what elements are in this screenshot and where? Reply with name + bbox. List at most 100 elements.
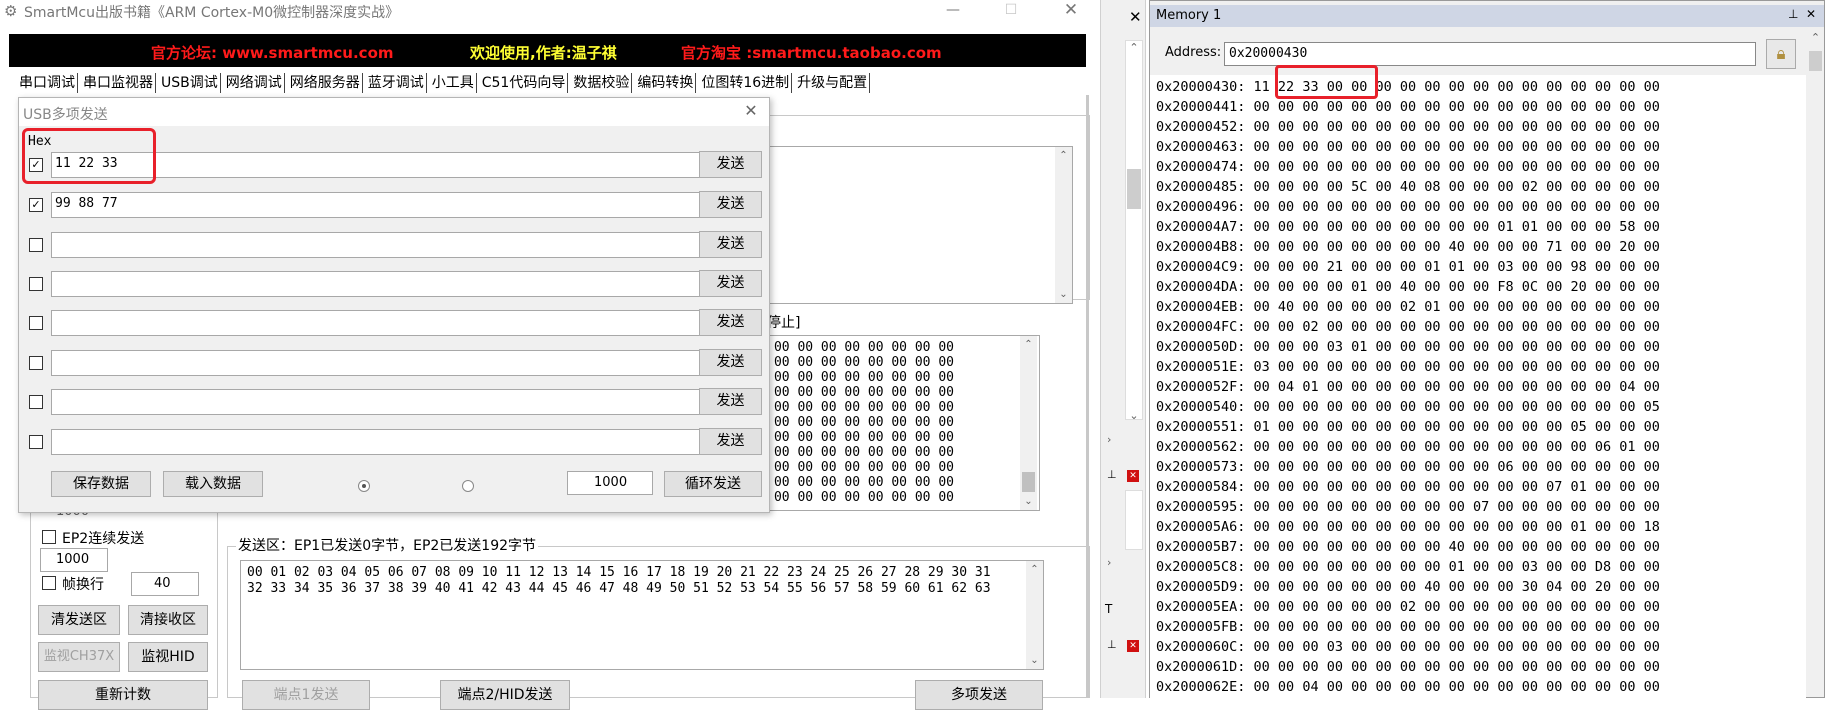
row-hex-input[interactable] [51, 350, 706, 376]
scroll-up-icon[interactable]: ⌃ [1807, 31, 1824, 44]
send-textarea[interactable]: 00 01 02 03 04 05 06 07 08 09 10 11 12 1… [240, 560, 1044, 670]
memory-bytes[interactable]: 00 00 00 00 00 00 00 00 00 00 00 00 00 0… [1254, 519, 1660, 535]
lock-icon[interactable]: 🔒︎ [1766, 39, 1796, 69]
row-send-button[interactable]: 发送 [699, 191, 762, 218]
address-input[interactable]: 0x20000430 [1224, 42, 1756, 66]
row-checkbox[interactable] [29, 395, 43, 409]
memory-bytes[interactable]: 00 00 00 00 00 00 00 00 00 00 00 00 00 0… [1254, 659, 1660, 675]
memory-bytes[interactable]: 00 04 01 00 00 00 00 00 00 00 00 00 00 0… [1254, 379, 1660, 395]
row-checkbox[interactable] [29, 238, 43, 252]
row-send-button[interactable]: 发送 [699, 388, 762, 415]
memory-bytes[interactable]: 00 00 00 00 00 00 00 00 00 00 00 00 00 0… [1254, 619, 1660, 635]
scroll-up-icon[interactable]: ⌃ [1026, 561, 1043, 578]
scroll-right-icon[interactable]: › [1107, 433, 1111, 446]
monitor-hid-button[interactable]: 监视HID [128, 642, 208, 672]
scroll-down-icon[interactable]: ⌄ [1055, 286, 1072, 303]
memory-bytes[interactable]: 00 00 00 00 00 00 00 40 00 00 00 30 04 0… [1254, 579, 1660, 595]
memory-close-icon[interactable]: ✕ [1806, 7, 1816, 21]
row-hex-input[interactable] [51, 271, 706, 297]
main-tab[interactable]: 网络调试 [224, 73, 285, 93]
row-send-button[interactable]: 发送 [699, 231, 762, 258]
strip-close-icon[interactable]: ✕ [1129, 8, 1142, 26]
row-hex-input[interactable] [51, 232, 706, 258]
memory-bytes[interactable]: 00 00 00 00 00 00 00 00 00 00 00 00 00 0… [1254, 439, 1660, 455]
memory-bytes[interactable]: 00 00 00 03 00 00 00 00 00 00 00 00 00 0… [1254, 639, 1660, 655]
main-tab[interactable]: 编码转换 [635, 73, 697, 93]
ep2-hid-send-button[interactable]: 端点2/HID发送 [440, 680, 570, 710]
monitor-ch37x-button[interactable]: 监视CH37X [38, 642, 120, 672]
memory-bytes[interactable]: 00 00 04 00 00 00 00 00 00 00 00 00 00 0… [1254, 679, 1660, 695]
strip-scrollbar-1[interactable]: ⌃ ⌄ [1125, 40, 1143, 422]
mode-radio-1[interactable] [358, 480, 370, 492]
memory-bytes[interactable]: 00 00 00 00 01 00 40 00 00 00 F8 0C 00 2… [1254, 279, 1660, 295]
row-send-button[interactable]: 发送 [699, 428, 762, 455]
main-tab[interactable]: 升级与配置 [795, 73, 871, 93]
info-textarea[interactable]: ⌃ ⌄ [767, 146, 1073, 304]
memory-bytes[interactable]: 00 00 00 00 00 00 00 00 00 00 00 00 00 0… [1254, 159, 1660, 175]
memory-pin-icon[interactable]: ⊥ [1788, 7, 1798, 21]
memory-bytes[interactable]: 00 00 00 00 00 00 00 00 00 00 00 00 00 0… [1254, 199, 1660, 215]
scroll-down-icon[interactable]: ⌄ [1020, 493, 1037, 510]
scroll-down-icon[interactable]: ⌄ [1026, 652, 1043, 669]
memory-bytes[interactable]: 00 00 00 00 00 00 00 00 40 00 00 00 71 0… [1254, 239, 1660, 255]
main-tab[interactable]: USB调试 [159, 73, 221, 93]
scroll-down-icon[interactable]: ⌄ [1126, 409, 1142, 422]
pin-icon[interactable]: ⊥ [1107, 638, 1117, 651]
loop-send-button[interactable]: 循环发送 [664, 471, 762, 497]
multi-send-button[interactable]: 多项发送 [915, 680, 1043, 710]
memory-bytes[interactable]: 00 00 00 00 00 00 00 00 00 00 01 01 00 0… [1254, 219, 1660, 235]
memory-scrollbar[interactable]: ⌃ [1807, 31, 1824, 697]
memory-bytes[interactable]: 00 00 00 00 5C 00 40 08 00 00 00 02 00 0… [1254, 179, 1660, 195]
frame-newline-checkbox[interactable] [42, 576, 56, 590]
scroll-thumb[interactable] [1127, 169, 1141, 209]
main-tab[interactable]: 蓝牙调试 [366, 73, 427, 93]
scroll-up-icon[interactable]: ⌃ [1126, 41, 1142, 54]
row-hex-input[interactable] [51, 310, 706, 336]
main-tab[interactable]: 串口监视器 [81, 73, 156, 93]
memory-bytes[interactable]: 01 00 00 00 00 00 00 00 00 00 00 00 00 0… [1254, 419, 1660, 435]
main-tab[interactable]: C51代码向导 [480, 73, 569, 93]
memory-bytes[interactable]: 00 00 00 00 00 00 00 00 00 07 00 00 00 0… [1254, 499, 1660, 515]
row-send-button[interactable]: 发送 [699, 309, 762, 336]
row-hex-input[interactable] [51, 389, 706, 415]
ep2-continuous-checkbox[interactable] [42, 530, 56, 544]
memory-bytes[interactable]: 00 00 00 00 00 00 02 00 00 00 00 00 00 0… [1254, 599, 1660, 615]
loop-interval-input[interactable]: 1000 [567, 471, 653, 495]
load-data-button[interactable]: 载入数据 [163, 471, 263, 497]
clear-send-button[interactable]: 清发送区 [38, 605, 120, 635]
row-send-button[interactable]: 发送 [699, 349, 762, 376]
memory-bytes[interactable]: 00 00 00 00 00 00 00 00 40 00 00 00 00 0… [1254, 539, 1660, 555]
minimize-button[interactable]: — [930, 0, 976, 22]
row-checkbox[interactable] [29, 356, 43, 370]
info-scrollbar[interactable]: ⌃ ⌄ [1055, 147, 1072, 303]
main-tab[interactable]: 位图转16进制 [699, 73, 793, 93]
memory-bytes[interactable]: 00 00 00 00 00 00 00 00 00 00 00 00 07 0… [1254, 479, 1660, 495]
scroll-up-icon[interactable]: ⌃ [1055, 147, 1072, 164]
row-checkbox[interactable] [29, 316, 43, 330]
row-checkbox[interactable] [29, 277, 43, 291]
recount-button[interactable]: 重新计数 [38, 680, 208, 710]
interval-input[interactable]: 1000 [40, 548, 108, 572]
memory-bytes[interactable]: 00 00 00 00 00 00 00 00 00 00 00 00 00 0… [1254, 139, 1660, 155]
receive-scrollbar[interactable]: ⌃ ⌄ [1020, 336, 1037, 510]
row-send-button[interactable]: 发送 [699, 270, 762, 297]
memory-bytes[interactable]: 03 00 00 00 00 00 00 00 00 00 00 00 00 0… [1254, 359, 1660, 375]
save-data-button[interactable]: 保存数据 [51, 471, 151, 497]
memory-bytes[interactable]: 00 00 00 00 00 00 00 00 00 00 06 00 00 0… [1254, 459, 1660, 475]
memory-bytes[interactable]: 00 00 00 00 00 00 00 00 00 00 00 00 00 0… [1254, 399, 1660, 415]
scroll-thumb[interactable] [1809, 51, 1822, 71]
main-tab[interactable]: 串口调试 [17, 73, 78, 93]
row-checkbox[interactable]: ✓ [29, 198, 43, 212]
main-tab[interactable]: 数据校验 [571, 73, 633, 93]
close-button[interactable]: ✕ [1048, 0, 1094, 22]
memory-bytes[interactable]: 00 40 00 00 00 00 02 01 00 00 00 00 00 0… [1254, 299, 1660, 315]
dialog-close-icon[interactable]: ✕ [741, 101, 761, 121]
send-scrollbar[interactable]: ⌃ ⌄ [1026, 561, 1043, 669]
ep1-send-button[interactable]: 端点1发送 [242, 680, 370, 710]
row-checkbox[interactable] [29, 435, 43, 449]
clear-receive-button[interactable]: 清接收区 [128, 605, 208, 635]
scroll-up-icon[interactable]: ⌃ [1020, 336, 1037, 353]
scroll-thumb[interactable] [1022, 472, 1035, 492]
memory-bytes[interactable]: 00 00 00 00 00 00 00 00 00 00 00 00 00 0… [1254, 99, 1660, 115]
close-pane-icon[interactable]: ✕ [1127, 640, 1139, 652]
